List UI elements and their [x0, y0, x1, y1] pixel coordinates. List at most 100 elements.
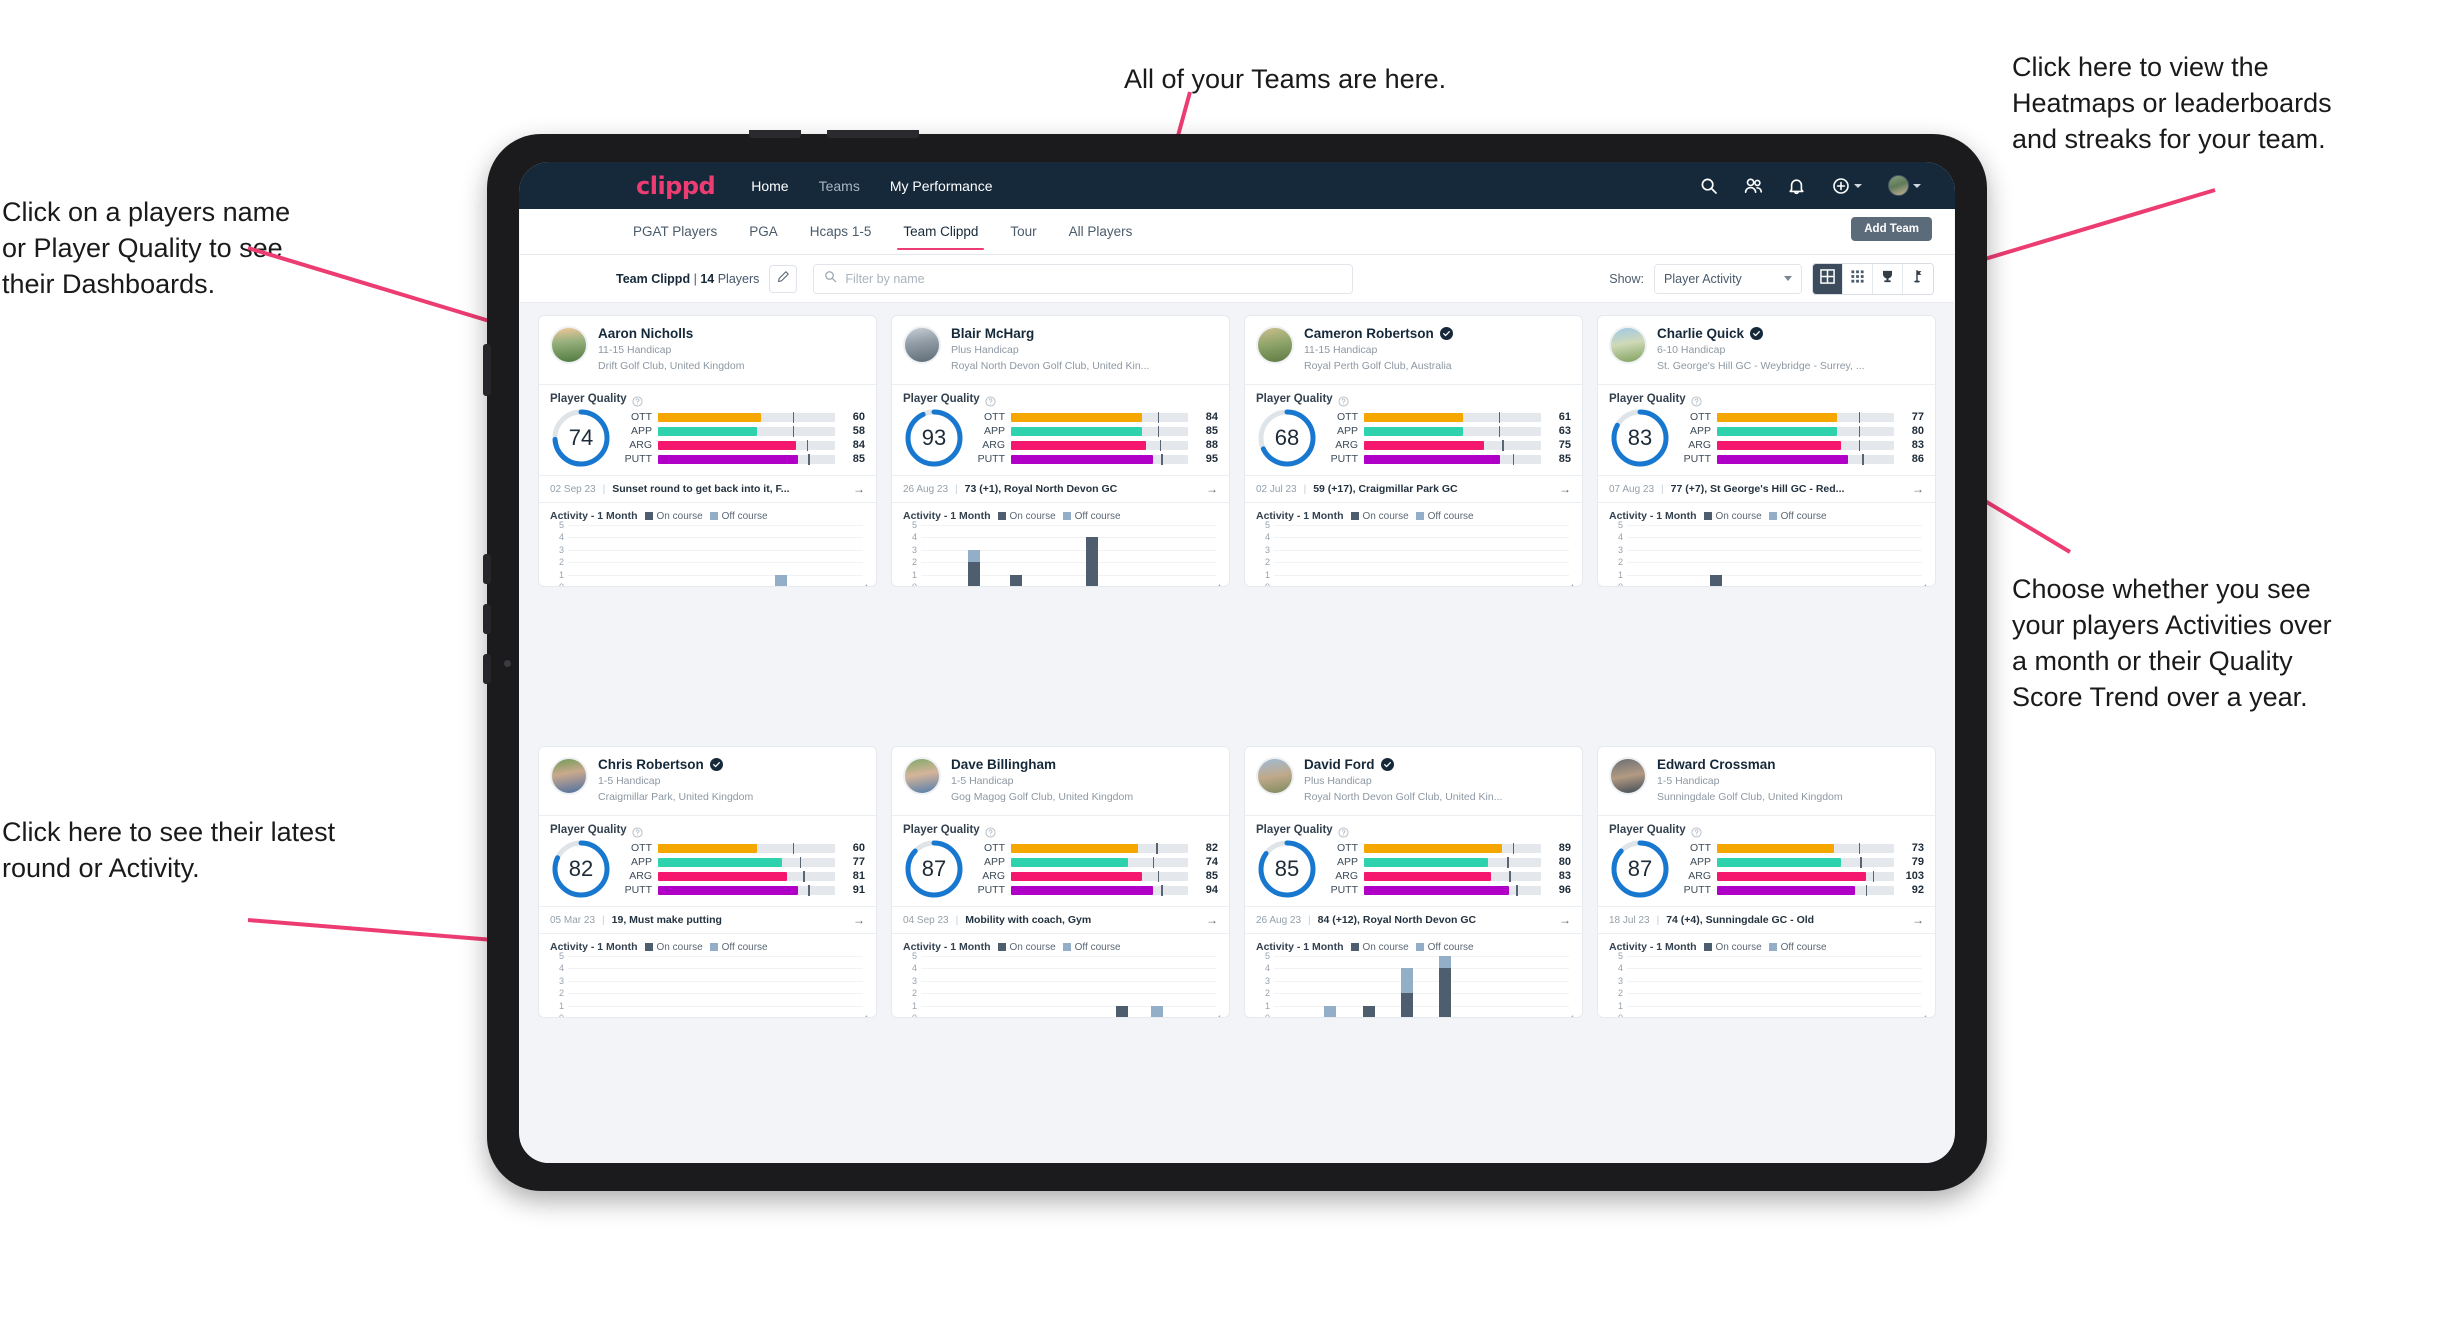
help-icon[interactable] [1691, 825, 1702, 838]
player-card[interactable]: David Ford Plus Handicap Royal North Dev… [1244, 746, 1583, 1018]
heatmap-view-button[interactable] [1903, 263, 1933, 294]
player-avatar[interactable] [903, 757, 941, 795]
grid-dense-view-button[interactable] [1843, 263, 1873, 294]
tab-pga[interactable]: PGA [733, 209, 794, 254]
player-name[interactable]: Cameron Robertson [1304, 326, 1434, 342]
player-header[interactable]: Blair McHarg Plus Handicap Royal North D… [892, 316, 1229, 384]
player-card[interactable]: Aaron Nicholls 11-15 Handicap Drift Golf… [538, 315, 877, 587]
player-name-row[interactable]: Chris Robertson [598, 757, 753, 773]
player-quality-section[interactable]: Player Quality 68 OTT 61 APP 63 ARG 75 P… [1245, 385, 1582, 475]
player-name-row[interactable]: Edward Crossman [1657, 757, 1843, 773]
player-card[interactable]: Edward Crossman 1-5 Handicap Sunningdale… [1597, 746, 1936, 1018]
round-arrow-icon[interactable]: → [853, 913, 865, 927]
player-quality-section[interactable]: Player Quality 82 OTT 60 APP 77 ARG 81 P… [539, 816, 876, 906]
search-input[interactable] [845, 271, 1343, 286]
player-card[interactable]: Charlie Quick 6-10 Handicap St. George's… [1597, 315, 1936, 587]
player-avatar[interactable] [550, 326, 588, 364]
latest-round-row[interactable]: 04 Sep 23 | Mobility with coach, Gym → [892, 906, 1229, 935]
player-quality-section[interactable]: Player Quality 87 OTT [1598, 816, 1935, 906]
help-icon[interactable] [632, 394, 643, 407]
avatar[interactable] [1888, 175, 1909, 196]
player-card[interactable]: Blair McHarg Plus Handicap Royal North D… [891, 315, 1230, 587]
player-name[interactable]: Charlie Quick [1657, 326, 1744, 342]
round-arrow-icon[interactable]: → [1559, 482, 1571, 496]
user-menu[interactable] [1888, 175, 1921, 196]
clippd-logo[interactable]: clippd [636, 172, 716, 200]
tab-pgat-players[interactable]: PGAT Players [617, 209, 733, 254]
help-icon[interactable] [632, 825, 643, 838]
player-name[interactable]: David Ford [1304, 757, 1375, 773]
player-header[interactable]: Edward Crossman 1-5 Handicap Sunningdale… [1598, 747, 1935, 815]
player-quality-section[interactable]: Player Quality 87 OTT [892, 816, 1229, 906]
search-icon[interactable] [1700, 177, 1718, 195]
player-name[interactable]: Dave Billingham [951, 757, 1056, 773]
player-header[interactable]: Chris Robertson 1-5 Handicap Craigmillar… [539, 747, 876, 815]
bell-icon[interactable] [1788, 177, 1806, 195]
player-name[interactable]: Edward Crossman [1657, 757, 1776, 773]
player-header[interactable]: Aaron Nicholls 11-15 Handicap Drift Golf… [539, 316, 876, 384]
player-card[interactable]: Chris Robertson 1-5 Handicap Craigmillar… [538, 746, 877, 1018]
player-name[interactable]: Chris Robertson [598, 757, 704, 773]
round-arrow-icon[interactable]: → [1912, 482, 1924, 496]
player-name-row[interactable]: David Ford [1304, 757, 1502, 773]
latest-round-row[interactable]: 26 Aug 23 | 84 (+12), Royal North Devon … [1245, 906, 1582, 935]
help-icon[interactable] [1338, 394, 1349, 407]
help-icon[interactable] [1691, 394, 1702, 407]
nav-link-teams[interactable]: Teams [819, 178, 860, 194]
round-arrow-icon[interactable]: → [1206, 913, 1218, 927]
player-avatar[interactable] [1256, 326, 1294, 364]
player-header[interactable]: David Ford Plus Handicap Royal North Dev… [1245, 747, 1582, 815]
tab-hcaps-1-5[interactable]: Hcaps 1-5 [794, 209, 888, 254]
add-menu[interactable] [1832, 177, 1862, 195]
player-avatar[interactable] [550, 757, 588, 795]
add-team-button[interactable]: Add Team [1851, 217, 1932, 241]
player-name-row[interactable]: Dave Billingham [951, 757, 1133, 773]
latest-round-row[interactable]: 02 Jul 23 | 59 (+17), Craigmillar Park G… [1245, 475, 1582, 504]
player-name[interactable]: Blair McHarg [951, 326, 1034, 342]
player-quality-section[interactable]: Player Quality 93 OTT 84 APP 85 ARG 88 P… [892, 385, 1229, 475]
player-avatar[interactable] [1256, 757, 1294, 795]
player-name-row[interactable]: Cameron Robertson [1304, 326, 1453, 342]
activity-header: Activity - 1 Month On course Off course [903, 941, 1218, 953]
player-avatar[interactable] [1609, 326, 1647, 364]
player-header[interactable]: Dave Billingham 1-5 Handicap Gog Magog G… [892, 747, 1229, 815]
player-name-row[interactable]: Blair McHarg [951, 326, 1149, 342]
player-card[interactable]: Dave Billingham 1-5 Handicap Gog Magog G… [891, 746, 1230, 1018]
player-card[interactable]: Cameron Robertson 11-15 Handicap Royal P… [1244, 315, 1583, 587]
player-quality-section[interactable]: Player Quality 83 OTT 77 APP 80 ARG 83 P… [1598, 385, 1935, 475]
show-select[interactable]: Player Activity [1654, 263, 1802, 294]
tab-team-clippd[interactable]: Team Clippd [887, 209, 994, 254]
player-quality-section[interactable]: Player Quality 85 OTT 89 APP 80 ARG 83 P… [1245, 816, 1582, 906]
help-icon[interactable] [985, 394, 996, 407]
search-field-wrapper[interactable] [813, 263, 1354, 294]
round-arrow-icon[interactable]: → [1912, 913, 1924, 927]
player-quality-section[interactable]: Player Quality 74 OTT 60 APP 58 ARG 84 P… [539, 385, 876, 475]
latest-round-row[interactable]: 07 Aug 23 | 77 (+7), St George's Hill GC… [1598, 475, 1935, 504]
player-name-row[interactable]: Charlie Quick [1657, 326, 1865, 342]
leaderboard-view-button[interactable] [1873, 263, 1903, 294]
tab-tour[interactable]: Tour [994, 209, 1052, 254]
latest-round-row[interactable]: 18 Jul 23 | 74 (+4), Sunningdale GC - Ol… [1598, 906, 1935, 935]
player-header[interactable]: Cameron Robertson 11-15 Handicap Royal P… [1245, 316, 1582, 384]
round-arrow-icon[interactable]: → [1206, 482, 1218, 496]
grid-large-view-button[interactable] [1813, 263, 1843, 294]
tab-all-players[interactable]: All Players [1053, 209, 1149, 254]
player-avatar[interactable] [903, 326, 941, 364]
nav-link-home[interactable]: Home [751, 178, 788, 194]
round-arrow-icon[interactable]: → [1559, 913, 1571, 927]
help-icon[interactable] [985, 825, 996, 838]
latest-round-row[interactable]: 02 Sep 23 | Sunset round to get back int… [539, 475, 876, 504]
player-header[interactable]: Charlie Quick 6-10 Handicap St. George's… [1598, 316, 1935, 384]
player-avatar[interactable] [1609, 757, 1647, 795]
edit-team-button[interactable] [769, 264, 798, 293]
player-name[interactable]: Aaron Nicholls [598, 326, 693, 342]
help-icon[interactable] [1338, 825, 1349, 838]
latest-round-row[interactable]: 05 Mar 23 | 19, Must make putting → [539, 906, 876, 935]
latest-round-row[interactable]: 26 Aug 23 | 73 (+1), Royal North Devon G… [892, 475, 1229, 504]
plus-circle-icon[interactable] [1832, 177, 1850, 195]
round-arrow-icon[interactable]: → [853, 482, 865, 496]
people-icon[interactable] [1744, 177, 1762, 195]
chart-y-tick: 0 [903, 582, 917, 586]
player-name-row[interactable]: Aaron Nicholls [598, 326, 744, 342]
nav-link-my-performance[interactable]: My Performance [890, 178, 993, 194]
